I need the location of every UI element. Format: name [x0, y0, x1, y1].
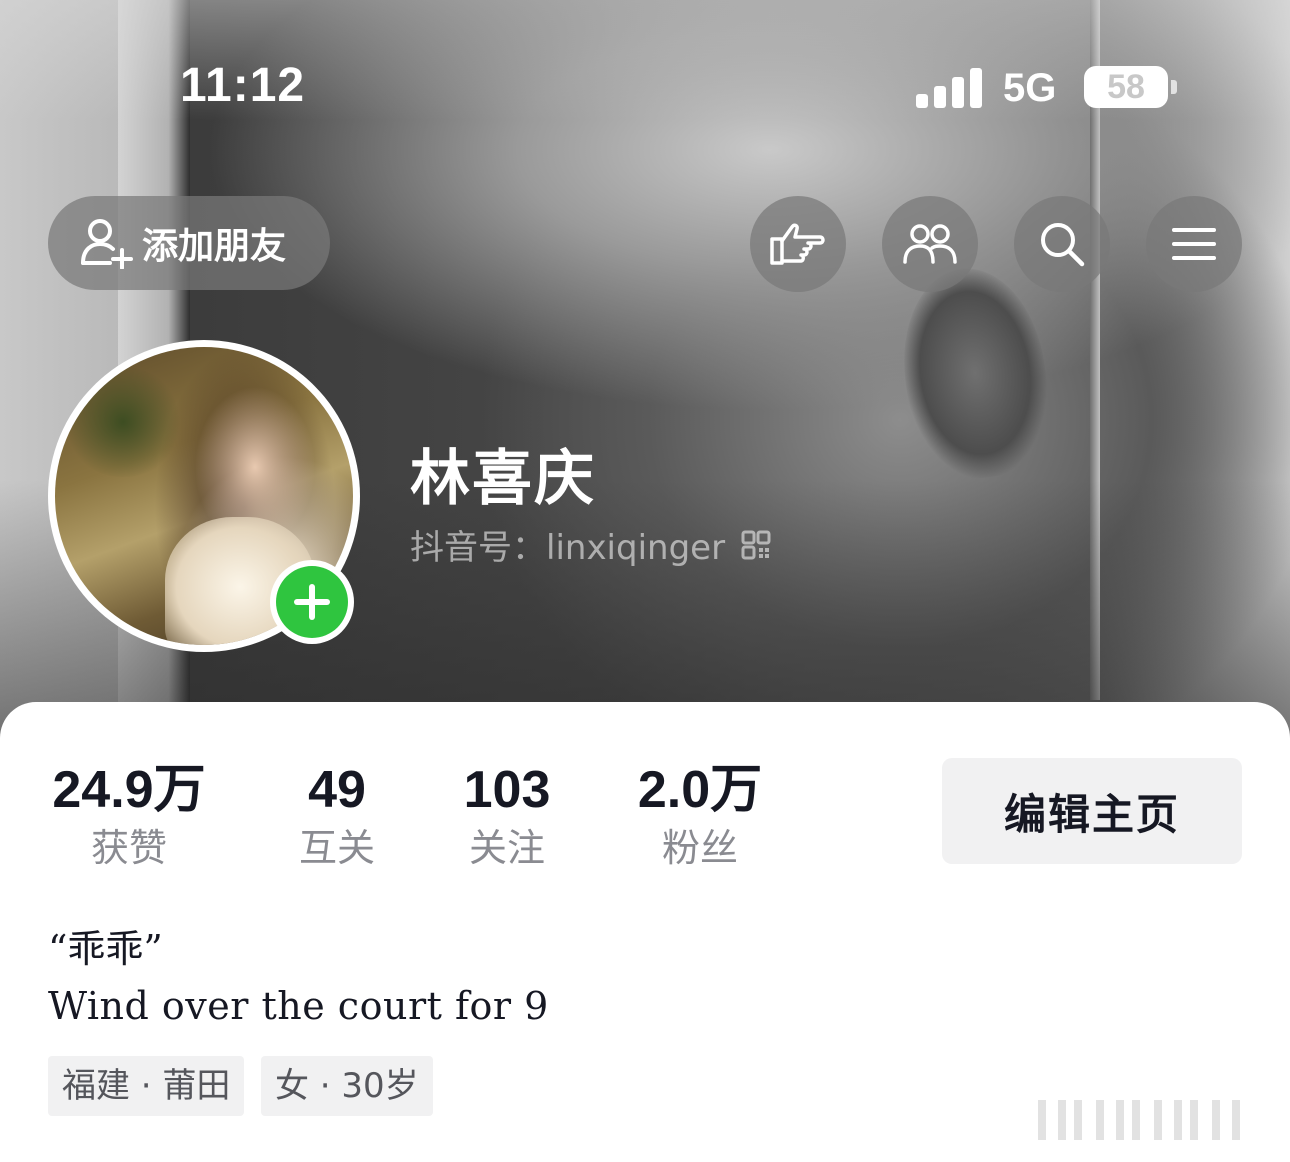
stat-mutual-label: 互关	[298, 826, 375, 870]
edit-profile-button[interactable]: 编辑主页	[942, 758, 1242, 864]
stat-following-label: 关注	[468, 826, 545, 870]
battery-icon: 58	[1084, 66, 1168, 108]
menu-button[interactable]	[1146, 196, 1242, 292]
stat-mutual[interactable]: 49 互关	[284, 760, 390, 872]
stat-following-value: 103	[463, 761, 551, 819]
stat-likes-value: 24.9万	[52, 761, 206, 819]
profile-nickname: 林喜庆	[410, 444, 596, 514]
stat-likes[interactable]: 24.9万 获赞	[48, 760, 210, 872]
bio-title: “乖乖”	[48, 927, 163, 971]
search-button[interactable]	[1014, 196, 1110, 292]
stat-followers-value: 2.0万	[637, 761, 763, 819]
pointing-hand-icon	[770, 223, 825, 265]
bio-text: Wind over the court for 9	[48, 984, 549, 1028]
douyin-id-row[interactable]: 抖音号：linxiqinger	[410, 520, 771, 569]
stat-followers-label: 粉丝	[661, 826, 738, 870]
location-tag: 福建 · 莆田	[48, 1056, 245, 1116]
friends-button[interactable]	[882, 196, 978, 292]
visitor-button[interactable]	[750, 196, 846, 292]
add-user-icon	[81, 219, 133, 269]
douyin-id-text: 抖音号：linxiqinger	[410, 528, 726, 568]
menu-icon	[1172, 228, 1216, 260]
search-icon	[1041, 223, 1085, 267]
status-time: 11:12	[180, 59, 306, 112]
cover-photo-detail	[891, 259, 1059, 487]
add-friend-label: 添加朋友	[142, 226, 287, 267]
people-icon	[903, 224, 957, 264]
stat-mutual-value: 49	[308, 761, 366, 819]
qr-code-icon[interactable]	[741, 530, 771, 560]
signal-icon	[916, 68, 982, 108]
stat-followers[interactable]: 2.0万 粉丝	[632, 760, 768, 872]
battery-cap	[1171, 80, 1177, 94]
stat-likes-label: 获赞	[90, 826, 167, 870]
stat-following[interactable]: 103 关注	[454, 760, 560, 872]
gender-age-tag: 女 · 30岁	[261, 1056, 433, 1116]
add-story-button[interactable]	[270, 560, 354, 644]
network-type: 5G	[1003, 66, 1057, 110]
plus-icon	[294, 584, 330, 620]
watermark	[1038, 1100, 1248, 1140]
add-friend-button[interactable]: 添加朋友	[48, 196, 330, 290]
